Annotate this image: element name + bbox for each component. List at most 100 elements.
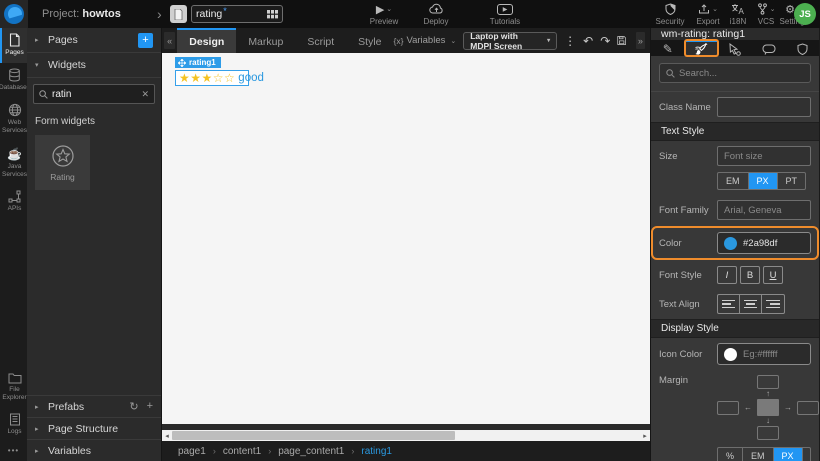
tutorials-button[interactable]: ▶ Tutorials bbox=[483, 2, 527, 26]
font-size-input[interactable] bbox=[717, 146, 811, 166]
unit-px-button[interactable]: PX bbox=[749, 173, 778, 189]
inspector-tabs: ✎ bbox=[651, 40, 819, 56]
breadcrumb-rating1[interactable]: rating1 bbox=[361, 446, 392, 457]
logo-icon bbox=[4, 4, 24, 24]
text-style-section-header: Text Style bbox=[651, 122, 819, 141]
breadcrumb-page1[interactable]: page1 bbox=[178, 446, 206, 457]
widget-search-box: ✕ bbox=[33, 84, 155, 104]
unit-em-button[interactable]: EM bbox=[743, 448, 774, 461]
scroll-left-icon[interactable]: ◂ bbox=[162, 432, 172, 440]
translate-icon: A bbox=[731, 3, 745, 15]
user-avatar[interactable]: JS bbox=[794, 3, 816, 25]
rating-widget-on-canvas[interactable]: rating1 ★★★☆☆ good bbox=[175, 57, 249, 86]
underline-button[interactable]: U bbox=[763, 266, 783, 284]
bold-button[interactable]: B bbox=[740, 266, 760, 284]
class-name-input[interactable] bbox=[717, 97, 811, 117]
margin-bottom-input[interactable] bbox=[757, 426, 779, 440]
collapse-left-panel-button[interactable]: « bbox=[164, 32, 175, 49]
horizontal-scrollbar[interactable]: ◂ ▸ bbox=[162, 430, 650, 441]
italic-button[interactable]: I bbox=[717, 266, 737, 284]
rail-item-java-services[interactable]: ☕ Java Services bbox=[0, 142, 27, 185]
size-row: Size bbox=[651, 141, 819, 171]
font-family-input[interactable] bbox=[717, 200, 811, 220]
log-file-icon bbox=[9, 413, 21, 426]
save-icon[interactable] bbox=[617, 34, 626, 47]
icon-color-swatch[interactable] bbox=[724, 348, 737, 361]
design-canvas[interactable]: rating1 ★★★☆☆ good bbox=[162, 53, 650, 424]
expanded-arrow-icon: ▾ bbox=[35, 61, 42, 69]
top-bar: Project: howtos › rating * ▶⌄ Preview De… bbox=[0, 0, 820, 28]
shield-icon bbox=[797, 43, 808, 55]
align-left-button[interactable] bbox=[718, 295, 740, 313]
preview-button[interactable]: ▶⌄ Preview bbox=[362, 2, 406, 26]
play-icon: ▶ bbox=[376, 3, 384, 16]
page-icon bbox=[174, 9, 183, 20]
paintbrush-icon bbox=[694, 43, 708, 56]
margin-left-input[interactable] bbox=[717, 401, 739, 415]
rail-item-web-services[interactable]: Web Services bbox=[0, 98, 27, 141]
rating-widget-tile[interactable]: Rating bbox=[35, 135, 90, 190]
tab-bindings[interactable] bbox=[752, 40, 786, 56]
kebab-menu-icon[interactable]: ⋮ bbox=[564, 34, 576, 48]
tab-properties[interactable]: ✎ bbox=[651, 40, 685, 56]
align-right-button[interactable] bbox=[762, 295, 784, 313]
rail-item-pages[interactable]: Pages bbox=[0, 28, 27, 63]
scrollbar-thumb[interactable] bbox=[172, 431, 455, 440]
pages-section-header[interactable]: ▸ Pages + bbox=[27, 28, 161, 53]
unit-px-button[interactable]: PX bbox=[774, 448, 803, 461]
color-swatch[interactable] bbox=[724, 237, 737, 250]
widget-selection-label[interactable]: rating1 bbox=[175, 57, 221, 68]
widgets-section-header[interactable]: ▾ Widgets bbox=[27, 53, 161, 78]
rating-widget-body[interactable]: ★★★☆☆ good bbox=[175, 70, 249, 86]
widget-search-input[interactable] bbox=[52, 89, 137, 100]
margin-right-input[interactable] bbox=[797, 401, 819, 415]
device-selector-dropdown[interactable]: Laptop with MDPI Screen ▾ bbox=[463, 32, 557, 50]
variables-menu[interactable]: {x} Variables ⌄ bbox=[394, 35, 457, 46]
collapse-right-panel-button[interactable]: » bbox=[636, 32, 645, 49]
text-color-field[interactable]: #2a98df bbox=[717, 232, 811, 254]
breadcrumb-content1[interactable]: content1 bbox=[223, 446, 261, 457]
prefabs-section-header[interactable]: ▸ Prefabs ↻ + bbox=[27, 395, 161, 417]
tab-markup[interactable]: Markup bbox=[236, 28, 295, 53]
collapsed-arrow-icon: ▸ bbox=[35, 425, 42, 433]
page-structure-section-header[interactable]: ▸ Page Structure bbox=[27, 417, 161, 439]
tab-style[interactable]: Style bbox=[346, 28, 393, 53]
undo-icon[interactable]: ↶ bbox=[583, 34, 593, 48]
rail-item-file-explorer[interactable]: File Explorer bbox=[0, 367, 27, 408]
wavemaker-logo[interactable] bbox=[0, 0, 28, 28]
refresh-prefabs-icon[interactable]: ↻ bbox=[129, 400, 138, 413]
add-page-button[interactable]: + bbox=[138, 33, 153, 48]
deploy-button[interactable]: Deploy bbox=[414, 2, 458, 26]
property-search-row bbox=[651, 56, 819, 92]
page-type-button[interactable] bbox=[170, 5, 187, 23]
rail-item-databases[interactable]: Databases bbox=[0, 63, 27, 98]
align-center-button[interactable] bbox=[740, 295, 762, 313]
rail-more-button[interactable]: ••• bbox=[0, 442, 27, 461]
rating-stars[interactable]: ★★★☆☆ bbox=[179, 71, 235, 85]
page-grid-icon[interactable] bbox=[267, 10, 278, 19]
tab-styles[interactable] bbox=[685, 40, 719, 56]
unit-em-button[interactable]: EM bbox=[718, 173, 749, 189]
unit-pt-button[interactable]: PT bbox=[803, 448, 811, 461]
unit-percent-button[interactable]: % bbox=[718, 448, 743, 461]
scroll-right-icon[interactable]: ▸ bbox=[640, 432, 650, 440]
tab-design[interactable]: Design bbox=[177, 28, 236, 53]
rail-item-logs[interactable]: Logs bbox=[0, 408, 27, 442]
add-prefab-icon[interactable]: + bbox=[147, 400, 153, 413]
rail-item-apis[interactable]: APIs bbox=[0, 185, 27, 219]
arrow-down-icon: ↓ bbox=[766, 417, 770, 425]
property-search-input[interactable] bbox=[679, 68, 804, 79]
tab-events[interactable] bbox=[718, 40, 752, 56]
clear-search-icon[interactable]: ✕ bbox=[141, 89, 149, 100]
breadcrumb-page-content1[interactable]: page_content1 bbox=[278, 446, 344, 457]
tab-security[interactable] bbox=[785, 40, 819, 56]
unit-pt-button[interactable]: PT bbox=[778, 173, 806, 189]
variables-section-header[interactable]: ▸ Variables bbox=[27, 439, 161, 461]
redo-icon[interactable]: ↷ bbox=[600, 34, 610, 48]
margin-top-input[interactable] bbox=[757, 375, 779, 389]
current-page-selector[interactable]: rating * bbox=[191, 5, 283, 23]
class-name-row: Class Name bbox=[651, 92, 819, 122]
arrow-right-icon: → bbox=[784, 404, 792, 412]
icon-color-field[interactable]: Eg:#ffffff bbox=[717, 343, 811, 365]
tab-script[interactable]: Script bbox=[295, 28, 346, 53]
